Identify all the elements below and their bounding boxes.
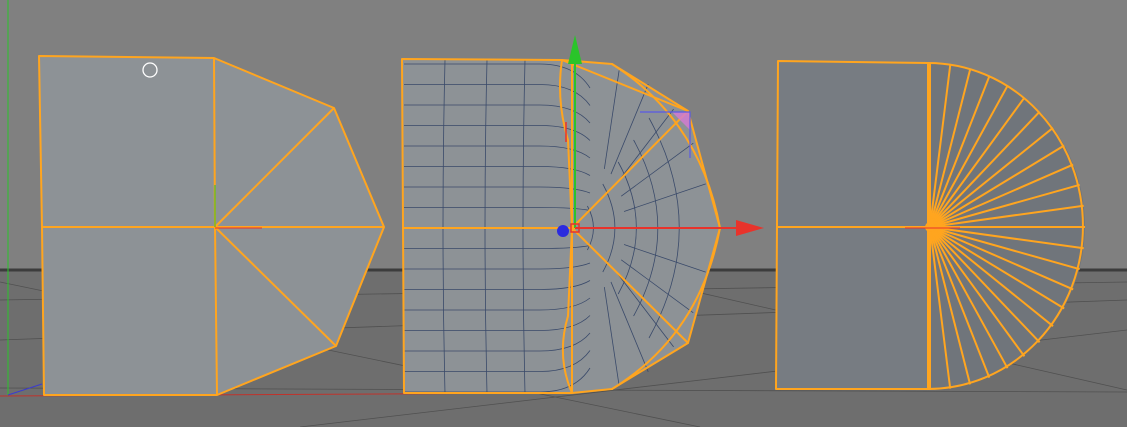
scene-canvas[interactable] xyxy=(0,0,1127,427)
object-3-faces xyxy=(776,61,928,389)
polygon-object-1[interactable] xyxy=(38,55,385,396)
viewport-3d[interactable] xyxy=(0,0,1127,427)
gizmo-z-axis-handle-icon[interactable] xyxy=(557,225,569,237)
object-3-fan-center-vertex xyxy=(925,222,935,232)
